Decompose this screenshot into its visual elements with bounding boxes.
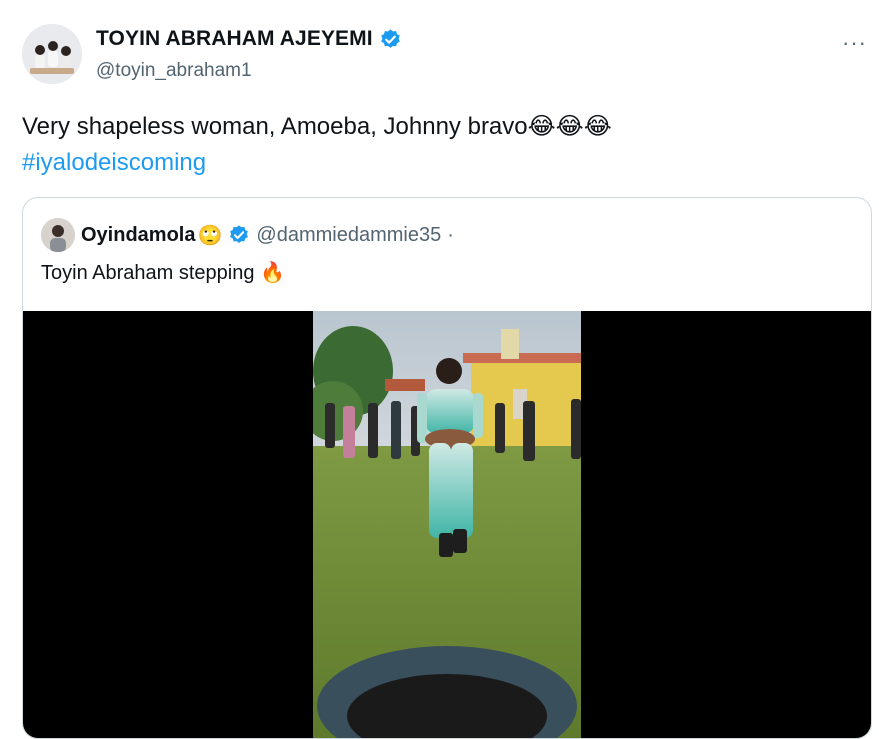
quoted-header: Oyindamola 🙄 @dammiedammie35 · <box>41 218 454 252</box>
more-dots-icon[interactable]: ··· <box>842 30 867 56</box>
quoted-name-emoji: 🙄 <box>197 223 223 247</box>
video-player[interactable] <box>23 311 871 738</box>
tweet-emojis: 😂😂😂 <box>527 112 612 140</box>
quoted-handle[interactable]: @dammiedammie35 <box>256 224 441 247</box>
tweet-text: Very shapeless woman, Amoeba, Johnny bra… <box>22 108 842 181</box>
verified-badge-icon <box>379 28 402 51</box>
quoted-tweet-card[interactable]: Oyindamola 🙄 @dammiedammie35 · Toyin Abra… <box>22 197 872 739</box>
author-display-name[interactable]: TOYIN ABRAHAM AJEYEMI <box>96 27 373 51</box>
author-avatar[interactable] <box>22 24 82 84</box>
hashtag-link[interactable]: #iyalodeiscoming <box>22 145 842 181</box>
verified-badge-icon <box>228 224 250 246</box>
quoted-separator: · <box>447 223 454 246</box>
author-handle[interactable]: @toyin_abraham1 <box>96 60 252 82</box>
author-name-row: TOYIN ABRAHAM AJEYEMI <box>96 27 402 51</box>
tweet-body: Very shapeless woman, Amoeba, Johnny bra… <box>22 113 528 140</box>
fire-emoji: 🔥 <box>260 260 285 284</box>
video-frame[interactable] <box>313 311 581 738</box>
quoted-display-name[interactable]: Oyindamola <box>81 224 195 247</box>
quoted-avatar[interactable] <box>41 218 75 252</box>
quoted-body: Toyin Abraham stepping <box>41 262 255 284</box>
quoted-text: Toyin Abraham stepping 🔥 <box>41 260 285 285</box>
